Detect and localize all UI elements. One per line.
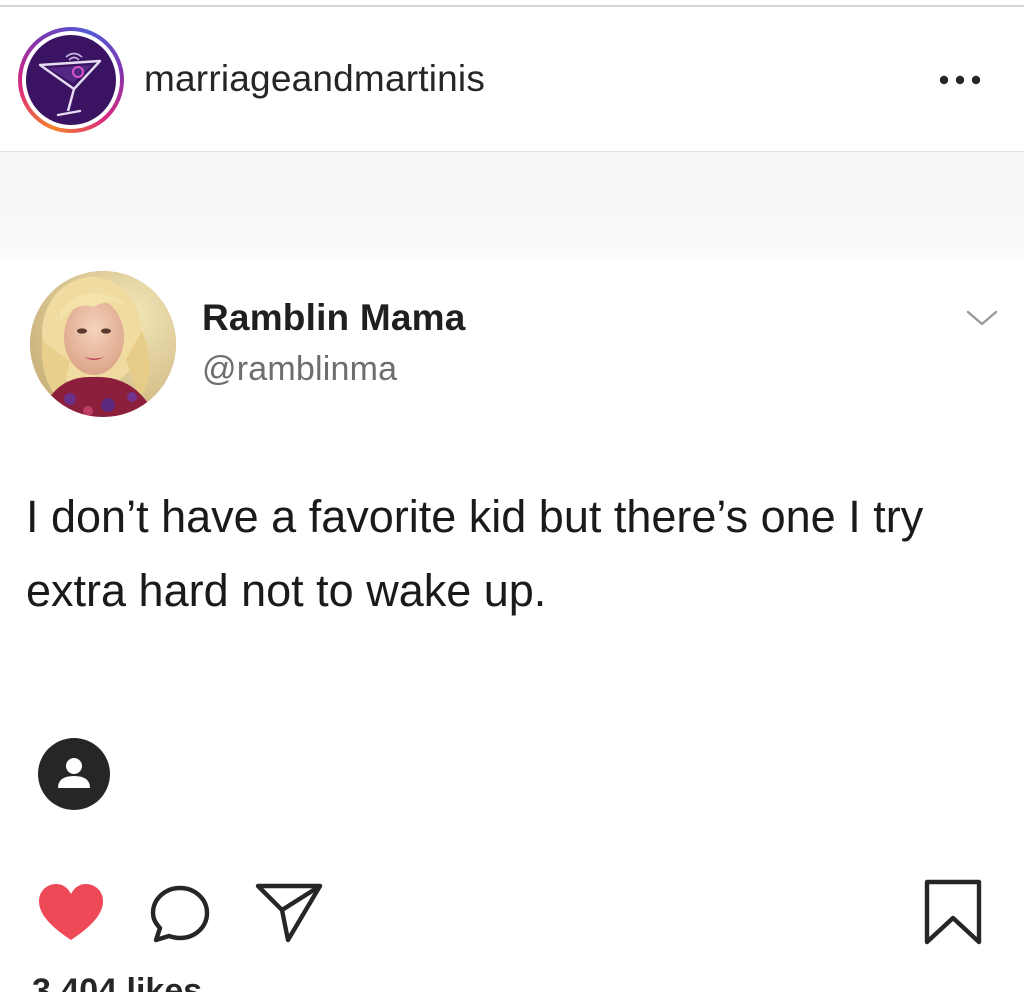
comment-bubble-icon [150,885,210,943]
person-icon [58,758,90,788]
more-options-button[interactable] [930,65,990,95]
post-username[interactable]: marriageandmartinis [144,58,485,100]
post-action-bar [0,862,1024,962]
tweet-handle: @ramblinma [202,350,398,388]
save-button[interactable] [922,878,984,946]
tweet-text: I don’t have a favorite kid but there’s … [26,491,924,616]
author-photo [30,271,176,417]
tagged-users-button[interactable] [38,738,110,810]
heart-filled-icon [39,884,103,940]
tweet-display-name: Ramblin Mama [202,297,466,338]
bookmark-icon [924,879,982,945]
profile-avatar[interactable] [26,35,116,125]
tweet-menu-chevron [962,304,1002,330]
likes-count[interactable]: 3,404 likes [32,972,202,992]
post-header: marriageandmartinis [0,7,1024,151]
like-button[interactable] [36,882,106,944]
martini-glass-icon [38,52,102,117]
profile-avatar-story-ring[interactable] [18,27,124,133]
comment-button[interactable] [148,882,214,944]
share-button[interactable] [254,880,324,944]
post-image[interactable]: Ramblin Mama @ramblinma I don’t have a f… [0,152,1024,862]
image-top-band [0,152,1024,260]
tweet-author-avatar [30,271,176,417]
chevron-down-icon [966,310,998,326]
ellipsis-icon [939,75,981,85]
paper-plane-icon [255,883,323,943]
instagram-post-screen: marriageandmartinis Ramblin Mama @rambli… [0,0,1024,992]
